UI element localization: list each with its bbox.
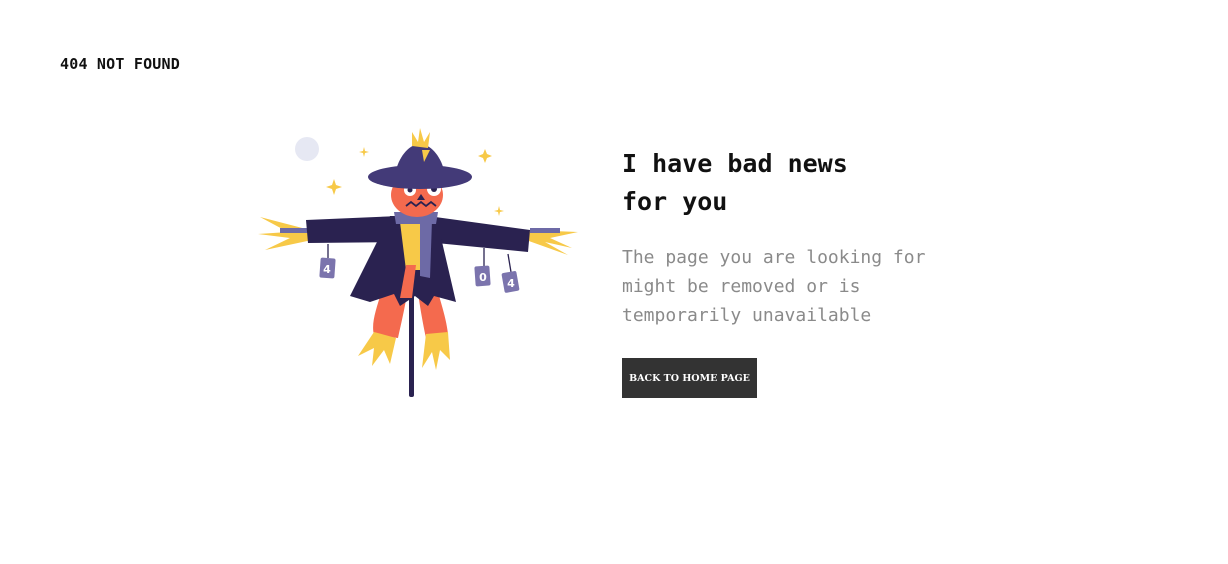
headline-line-1: I have bad news (622, 149, 848, 178)
scarecrow-illustration: 4 0 4 (250, 120, 590, 405)
svg-text:4: 4 (323, 263, 331, 276)
headline-line-2: for you (622, 187, 728, 216)
error-message: I have bad news for you The page you are… (622, 145, 982, 330)
back-to-home-button[interactable]: BACK TO HOME PAGE (622, 358, 757, 398)
scarecrow-icon: 4 0 4 (258, 128, 578, 397)
page-brand-title: 404 NOT FOUND (60, 55, 180, 73)
error-headline: I have bad news for you (622, 145, 982, 221)
moon-icon (295, 137, 319, 161)
svg-text:4: 4 (507, 277, 515, 290)
error-description: The page you are looking for might be re… (622, 247, 926, 326)
not-found-page: 404 NOT FOUND 4 0 4 I have bad news for … (0, 0, 1228, 564)
svg-text:0: 0 (479, 271, 487, 284)
